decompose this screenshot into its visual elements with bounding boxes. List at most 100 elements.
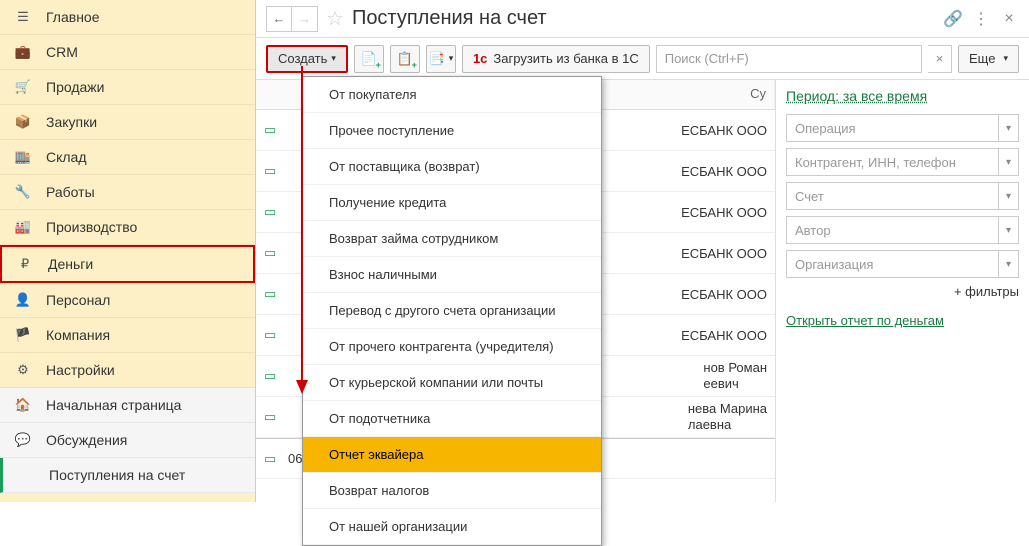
sidebar-item-settings[interactable]: ⚙Настройки: [0, 353, 255, 388]
person-icon: 👤: [14, 291, 32, 309]
table-column[interactable]: Су: [586, 80, 775, 109]
sidebar-item-personnel[interactable]: 👤 Персонал: [0, 283, 255, 318]
cart-icon: 🛒: [14, 78, 32, 96]
sidebar-item-label: Начальная страница: [46, 397, 181, 413]
filter-placeholder: Контрагент, ИНН, телефон: [787, 155, 998, 170]
form-icon: 📋: [397, 51, 413, 67]
sidebar-tab-receipts[interactable]: Поступления на счет: [0, 458, 255, 493]
sidebar-item-label: Продажи: [46, 79, 104, 95]
home-icon: 🏠: [14, 396, 32, 414]
search-input[interactable]: Поиск (Ctrl+F): [656, 45, 922, 73]
filter-counterparty[interactable]: Контрагент, ИНН, телефон▾: [786, 148, 1019, 176]
more-filters-link[interactable]: + фильтры: [786, 284, 1019, 299]
copy-button[interactable]: 📑▾: [426, 45, 456, 73]
doc-icon: ▭: [264, 368, 282, 384]
create-dropdown: От покупателя Прочее поступление От пост…: [302, 76, 602, 546]
chevron-down-icon[interactable]: ▾: [998, 251, 1018, 277]
sidebar-item-label: Персонал: [46, 292, 110, 308]
chevron-down-icon[interactable]: ▾: [998, 149, 1018, 175]
sidebar-home[interactable]: 🏠 Начальная страница: [0, 388, 255, 423]
chevron-down-icon: ▾: [449, 53, 454, 64]
doc-icon: ▭: [264, 245, 282, 261]
sidebar-discussions[interactable]: 💬 Обсуждения: [0, 423, 255, 458]
toolbar: Создать▾ 📄+ 📋+ 📑▾ 1cЗагрузить из банка в…: [256, 38, 1029, 80]
sidebar-item-warehouse[interactable]: 🏬Склад: [0, 140, 255, 175]
copy-icon: 📑: [429, 51, 445, 67]
kebab-icon[interactable]: ⋮: [971, 9, 991, 29]
doc-icon: ▭: [264, 286, 282, 302]
filter-account[interactable]: Счет▾: [786, 182, 1019, 210]
cell: ЕСБАНК ООО: [681, 287, 767, 302]
sidebar-item-works[interactable]: 🔧Работы: [0, 175, 255, 210]
menu-icon: ☰: [14, 8, 32, 26]
cell: ЕСБАНК ООО: [681, 328, 767, 343]
briefcase-icon: 💼: [14, 43, 32, 61]
dropdown-item[interactable]: Прочее поступление: [303, 113, 601, 149]
star-icon[interactable]: ☆: [326, 6, 344, 31]
doc-icon: ▭: [264, 409, 282, 425]
dropdown-item[interactable]: От курьерской компании или почты: [303, 365, 601, 401]
dropdown-item-acquirer-report[interactable]: Отчет эквайера: [303, 437, 601, 473]
sidebar-item-label: Работы: [46, 184, 95, 200]
nav-back-button[interactable]: ←: [266, 6, 292, 32]
chevron-down-icon: ▾: [331, 53, 336, 64]
dropdown-item[interactable]: Возврат займа сотрудником: [303, 221, 601, 257]
filter-placeholder: Счет: [787, 189, 998, 204]
doc-add-button[interactable]: 📄+: [354, 45, 384, 73]
sidebar-item-company[interactable]: 🏴 Компания: [0, 318, 255, 353]
sidebar-item-label: Закупки: [46, 114, 97, 130]
sidebar-item-production[interactable]: 🏭Производство: [0, 210, 255, 245]
sidebar-item-label: Поступления на счет: [49, 467, 185, 483]
blank-icon: [17, 466, 35, 484]
filter-placeholder: Автор: [787, 223, 998, 238]
close-icon[interactable]: ×: [999, 9, 1019, 29]
sidebar-item-purchases[interactable]: 📦Закупки: [0, 105, 255, 140]
dropdown-item[interactable]: От покупателя: [303, 77, 601, 113]
dropdown-item[interactable]: Перевод с другого счета организации: [303, 293, 601, 329]
dropdown-item[interactable]: От подотчетника: [303, 401, 601, 437]
sidebar-item-label: Склад: [46, 149, 87, 165]
page-title: Поступления на счет: [352, 7, 935, 30]
doc-icon: ▭: [264, 204, 282, 220]
chevron-down-icon[interactable]: ▾: [998, 183, 1018, 209]
chevron-down-icon: ▾: [1003, 53, 1008, 64]
filter-panel: Период: за все время Операция▾ Контраген…: [776, 80, 1029, 502]
dropdown-item[interactable]: От поставщика (возврат): [303, 149, 601, 185]
dropdown-item[interactable]: От нашей организации: [303, 509, 601, 545]
cell: нов Роман еевич: [703, 360, 767, 391]
open-report-link[interactable]: Открыть отчет по деньгам: [786, 313, 944, 328]
filter-organization[interactable]: Организация▾: [786, 250, 1019, 278]
load-label: Загрузить из банка в 1С: [493, 51, 638, 66]
dropdown-item[interactable]: Взнос наличными: [303, 257, 601, 293]
form-add-button[interactable]: 📋+: [390, 45, 420, 73]
filter-placeholder: Организация: [787, 257, 998, 272]
link-icon[interactable]: 🔗: [943, 9, 963, 29]
dropdown-item[interactable]: Возврат налогов: [303, 473, 601, 509]
1c-icon: 1c: [473, 51, 487, 66]
chat-icon: 💬: [14, 431, 32, 449]
filter-author[interactable]: Автор▾: [786, 216, 1019, 244]
chevron-down-icon[interactable]: ▾: [998, 217, 1018, 243]
create-button[interactable]: Создать▾: [266, 45, 348, 73]
flag-icon: 🏴: [14, 326, 32, 344]
period-link[interactable]: Период: за все время: [786, 88, 1019, 104]
sidebar-item-label: Компания: [46, 327, 110, 343]
filter-operation[interactable]: Операция▾: [786, 114, 1019, 142]
sidebar-item-crm[interactable]: 💼CRM: [0, 35, 255, 70]
nav-forward-button[interactable]: →: [292, 6, 318, 32]
sidebar: ☰Главное 💼CRM 🛒 Продажи 📦Закупки 🏬Склад 🔧…: [0, 0, 256, 502]
sidebar-item-sales[interactable]: 🛒 Продажи: [0, 70, 255, 105]
chevron-down-icon[interactable]: ▾: [998, 115, 1018, 141]
dropdown-item[interactable]: Получение кредита: [303, 185, 601, 221]
more-button[interactable]: Еще▾: [958, 45, 1019, 73]
sidebar-item-main[interactable]: ☰Главное: [0, 0, 255, 35]
gear-icon: ⚙: [14, 361, 32, 379]
search-placeholder: Поиск (Ctrl+F): [665, 51, 749, 66]
clear-search-button[interactable]: ×: [928, 45, 952, 73]
filter-placeholder: Операция: [787, 121, 998, 136]
sidebar-item-label: Обсуждения: [46, 432, 127, 448]
factory-icon: 🏭: [14, 218, 32, 236]
load-from-bank-button[interactable]: 1c Загрузить из банка в 1С: [462, 45, 650, 73]
sidebar-item-money[interactable]: ₽Деньги: [0, 245, 255, 283]
dropdown-item[interactable]: От прочего контрагента (учредителя): [303, 329, 601, 365]
